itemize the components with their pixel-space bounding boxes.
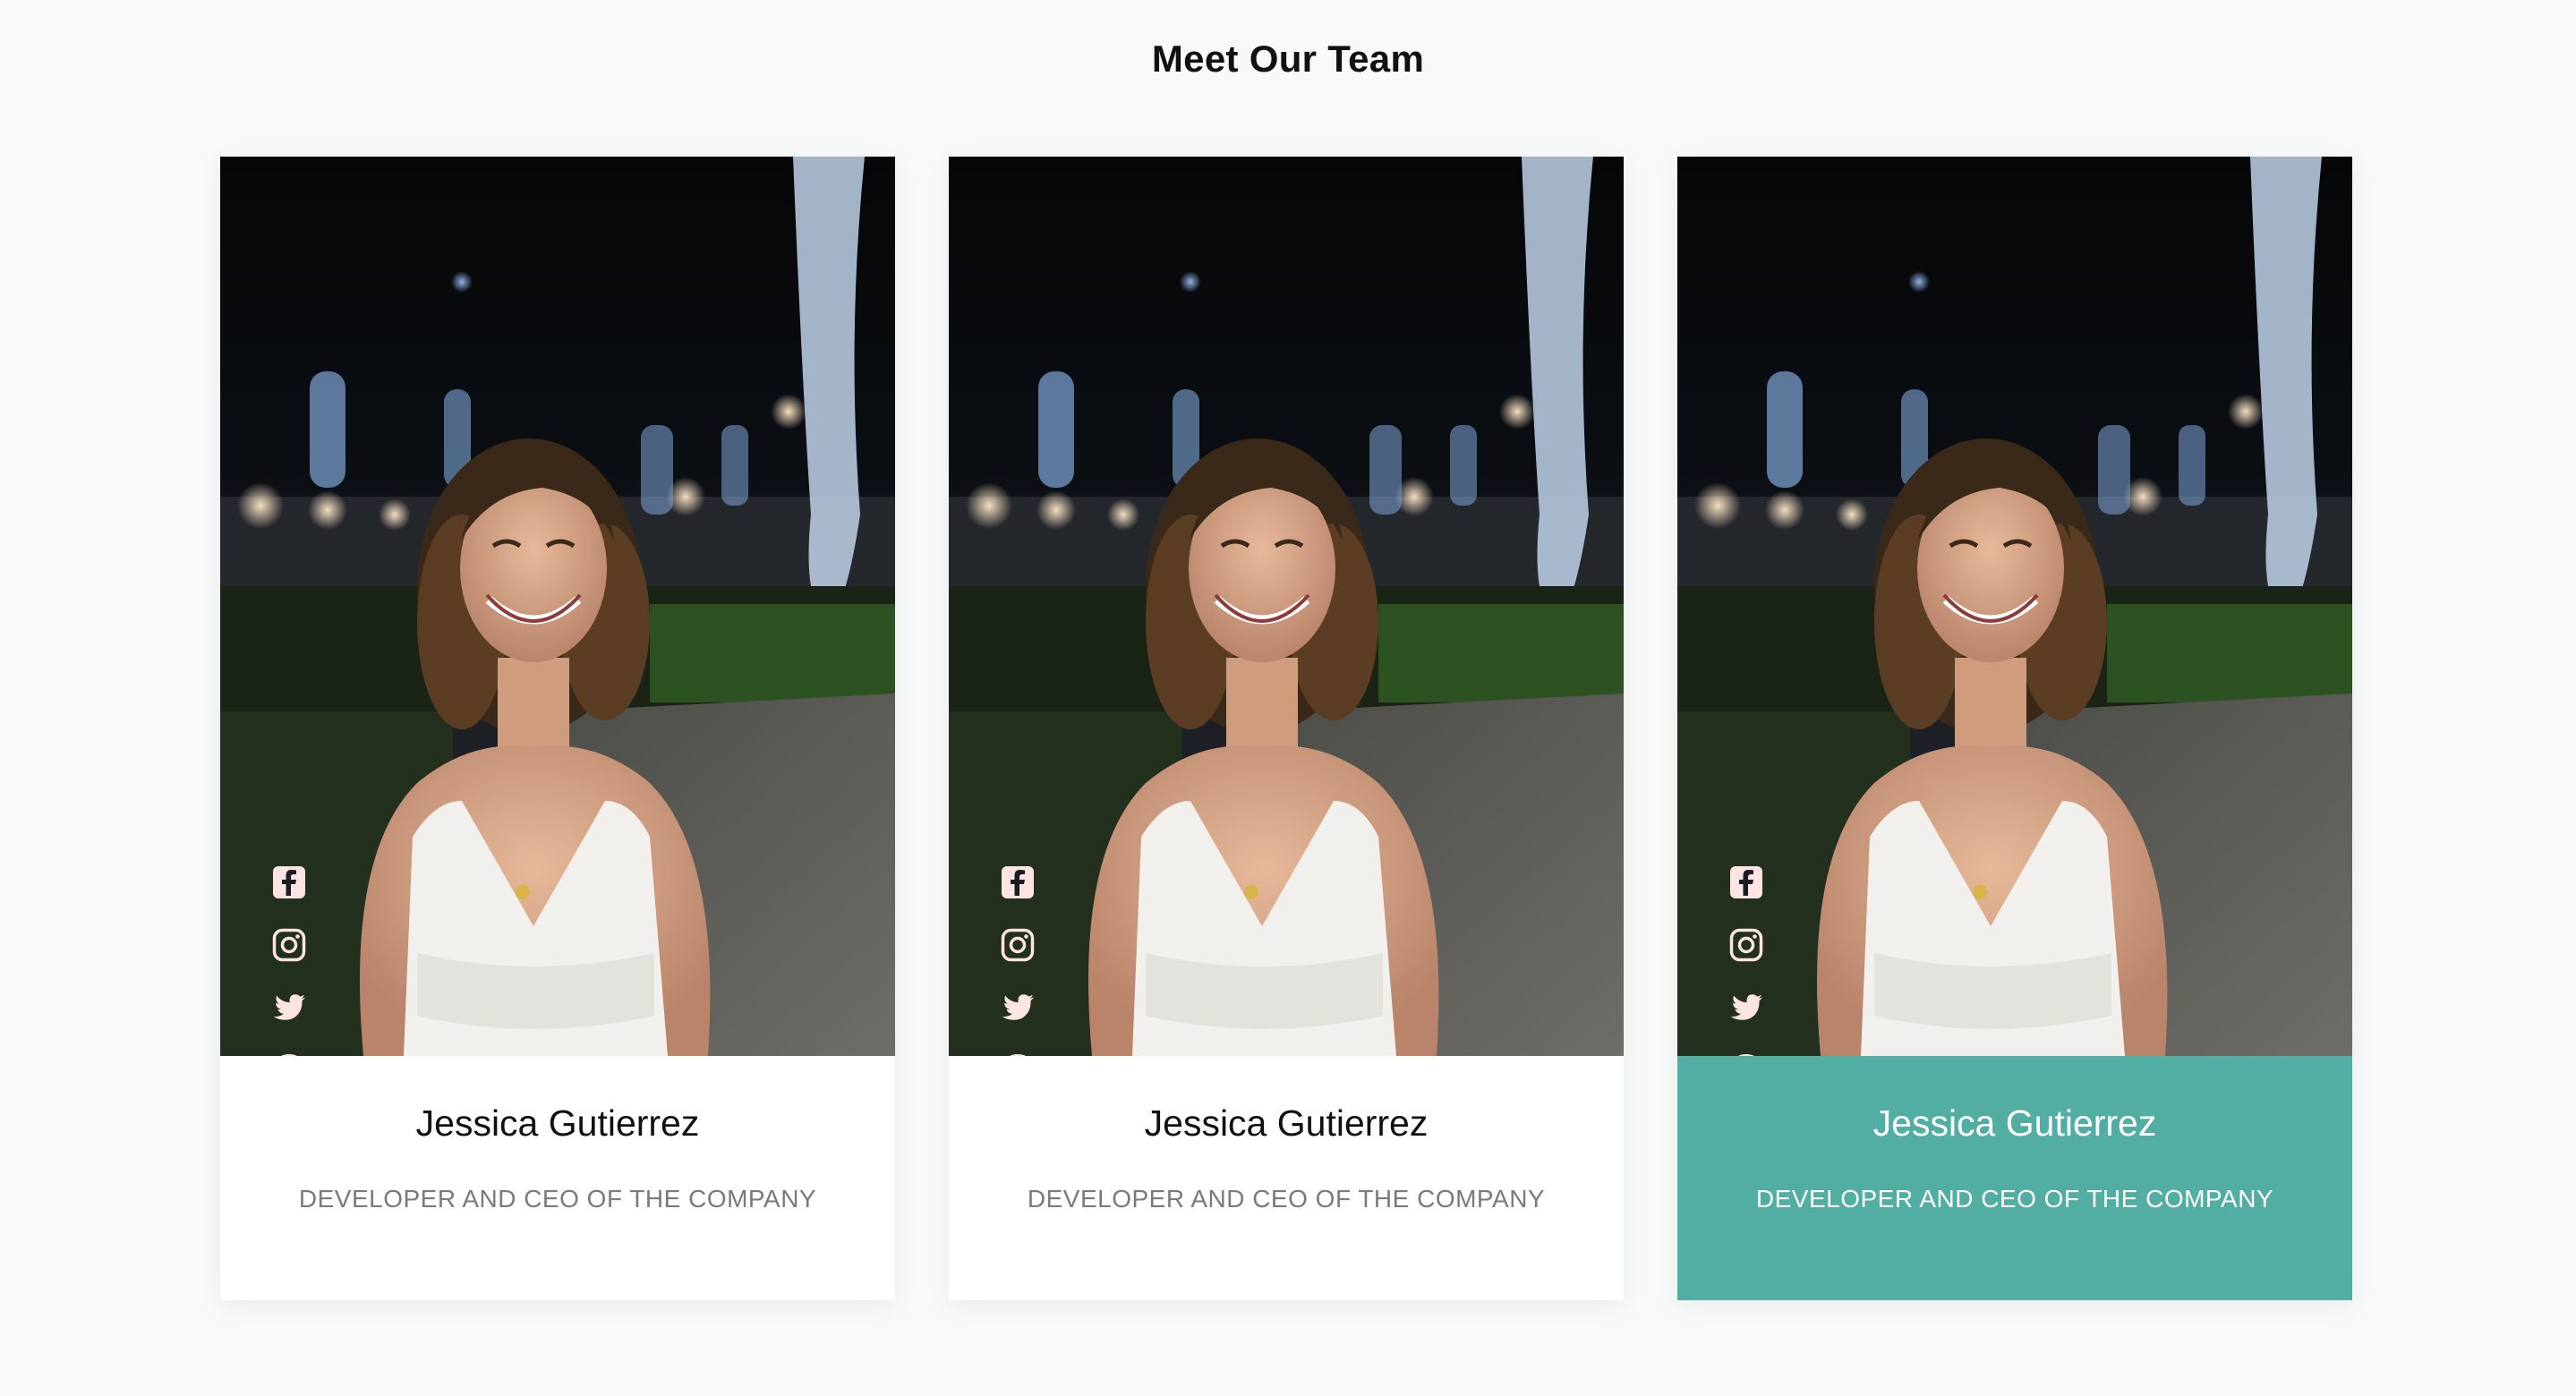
team-page: Meet Our Team Jessica Gutierrez DEVELOPE… [0, 0, 2576, 1396]
member-role: DEVELOPER AND CEO OF THE COMPANY [298, 1185, 817, 1213]
portrait-photo [220, 157, 895, 1056]
team-card[interactable]: Jessica Gutierrez DEVELOPER AND CEO OF T… [949, 157, 1624, 1300]
twitter-icon[interactable] [1727, 989, 1765, 1026]
member-photo [1677, 157, 2352, 1056]
social-links [270, 864, 308, 1056]
instagram-icon[interactable] [270, 926, 308, 964]
team-card[interactable]: Jessica Gutierrez DEVELOPER AND CEO OF T… [220, 157, 895, 1300]
member-name: Jessica Gutierrez [415, 1102, 700, 1144]
facebook-icon[interactable] [270, 864, 308, 901]
member-role: DEVELOPER AND CEO OF THE COMPANY [1027, 1185, 1546, 1213]
member-name: Jessica Gutierrez [1872, 1102, 2157, 1144]
member-info: Jessica Gutierrez DEVELOPER AND CEO OF T… [1677, 1056, 2352, 1300]
instagram-icon[interactable] [999, 926, 1036, 964]
social-links [999, 864, 1036, 1056]
section-title: Meet Our Team [1151, 38, 1425, 80]
member-info: Jessica Gutierrez DEVELOPER AND CEO OF T… [220, 1056, 895, 1300]
portrait-photo [1677, 157, 2352, 1056]
member-role: DEVELOPER AND CEO OF THE COMPANY [1755, 1185, 2274, 1213]
member-name: Jessica Gutierrez [1144, 1102, 1429, 1144]
instagram-icon[interactable] [1727, 926, 1765, 964]
facebook-icon[interactable] [1727, 864, 1765, 901]
team-cards: Jessica Gutierrez DEVELOPER AND CEO OF T… [220, 157, 2352, 1300]
facebook-icon[interactable] [999, 864, 1036, 901]
member-photo [220, 157, 895, 1056]
twitter-icon[interactable] [270, 989, 308, 1026]
member-info: Jessica Gutierrez DEVELOPER AND CEO OF T… [949, 1056, 1624, 1300]
social-links [1727, 864, 1765, 1056]
twitter-icon[interactable] [999, 989, 1036, 1026]
member-photo [949, 157, 1624, 1056]
team-card-active[interactable]: Jessica Gutierrez DEVELOPER AND CEO OF T… [1677, 157, 2352, 1300]
portrait-photo [949, 157, 1624, 1056]
